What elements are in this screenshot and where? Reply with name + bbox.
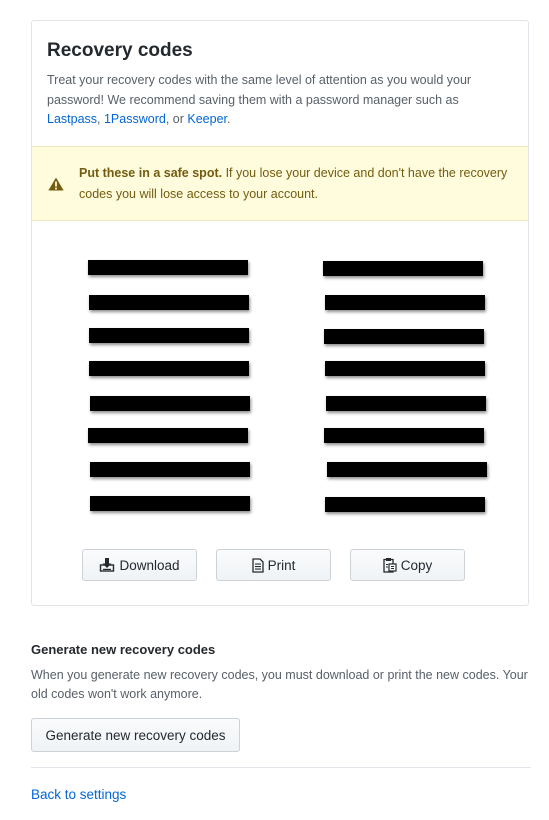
generate-codes-button[interactable]: Generate new recovery codes: [31, 718, 240, 752]
redacted-code: [325, 497, 485, 512]
copy-button[interactable]: Copy: [350, 549, 465, 581]
recovery-codes-list: [32, 221, 528, 521]
code-actions: Download Print Copy: [32, 549, 528, 583]
redacted-code: [89, 328, 249, 343]
redacted-code: [323, 261, 483, 276]
redacted-code: [327, 462, 487, 477]
divider: [31, 767, 531, 768]
lastpass-link[interactable]: Lastpass: [47, 112, 97, 126]
redacted-code: [325, 361, 485, 376]
redacted-code: [90, 396, 250, 411]
keeper-link[interactable]: Keeper: [187, 112, 227, 126]
alert-icon: [48, 177, 64, 191]
clippy-icon: [383, 558, 397, 573]
back-to-settings-link[interactable]: Back to settings: [31, 787, 126, 802]
redacted-code: [324, 329, 484, 344]
generate-heading: Generate new recovery codes: [31, 642, 216, 657]
redacted-code: [88, 428, 248, 443]
intro-text: Treat your recovery codes with the same …: [47, 73, 472, 126]
download-button[interactable]: Download: [82, 549, 197, 581]
redacted-code: [324, 428, 484, 443]
copy-label: Copy: [400, 557, 433, 573]
generate-section: Generate new recovery codes When you gen…: [31, 642, 531, 704]
warning-banner: Put these in a safe spot. If you lose yo…: [32, 146, 528, 221]
print-label: Print: [267, 557, 296, 573]
1password-link[interactable]: 1Password: [104, 112, 166, 126]
card-header: Recovery codes Treat your recovery codes…: [32, 21, 528, 130]
redacted-code: [326, 396, 486, 411]
redacted-code: [90, 462, 250, 477]
download-label: Download: [119, 557, 180, 573]
print-button[interactable]: Print: [216, 549, 331, 581]
redacted-code: [89, 361, 249, 376]
generate-description: When you generate new recovery codes, yo…: [31, 668, 528, 701]
recovery-codes-card: Recovery codes Treat your recovery codes…: [31, 20, 529, 606]
file-icon: [251, 557, 264, 573]
warning-text: Put these in a safe spot. If you lose yo…: [79, 166, 508, 201]
download-icon: [100, 558, 115, 572]
redacted-code: [325, 295, 485, 310]
page-title: Recovery codes: [47, 40, 193, 61]
redacted-code: [88, 260, 248, 275]
redacted-code: [90, 496, 250, 511]
redacted-code: [89, 295, 249, 310]
